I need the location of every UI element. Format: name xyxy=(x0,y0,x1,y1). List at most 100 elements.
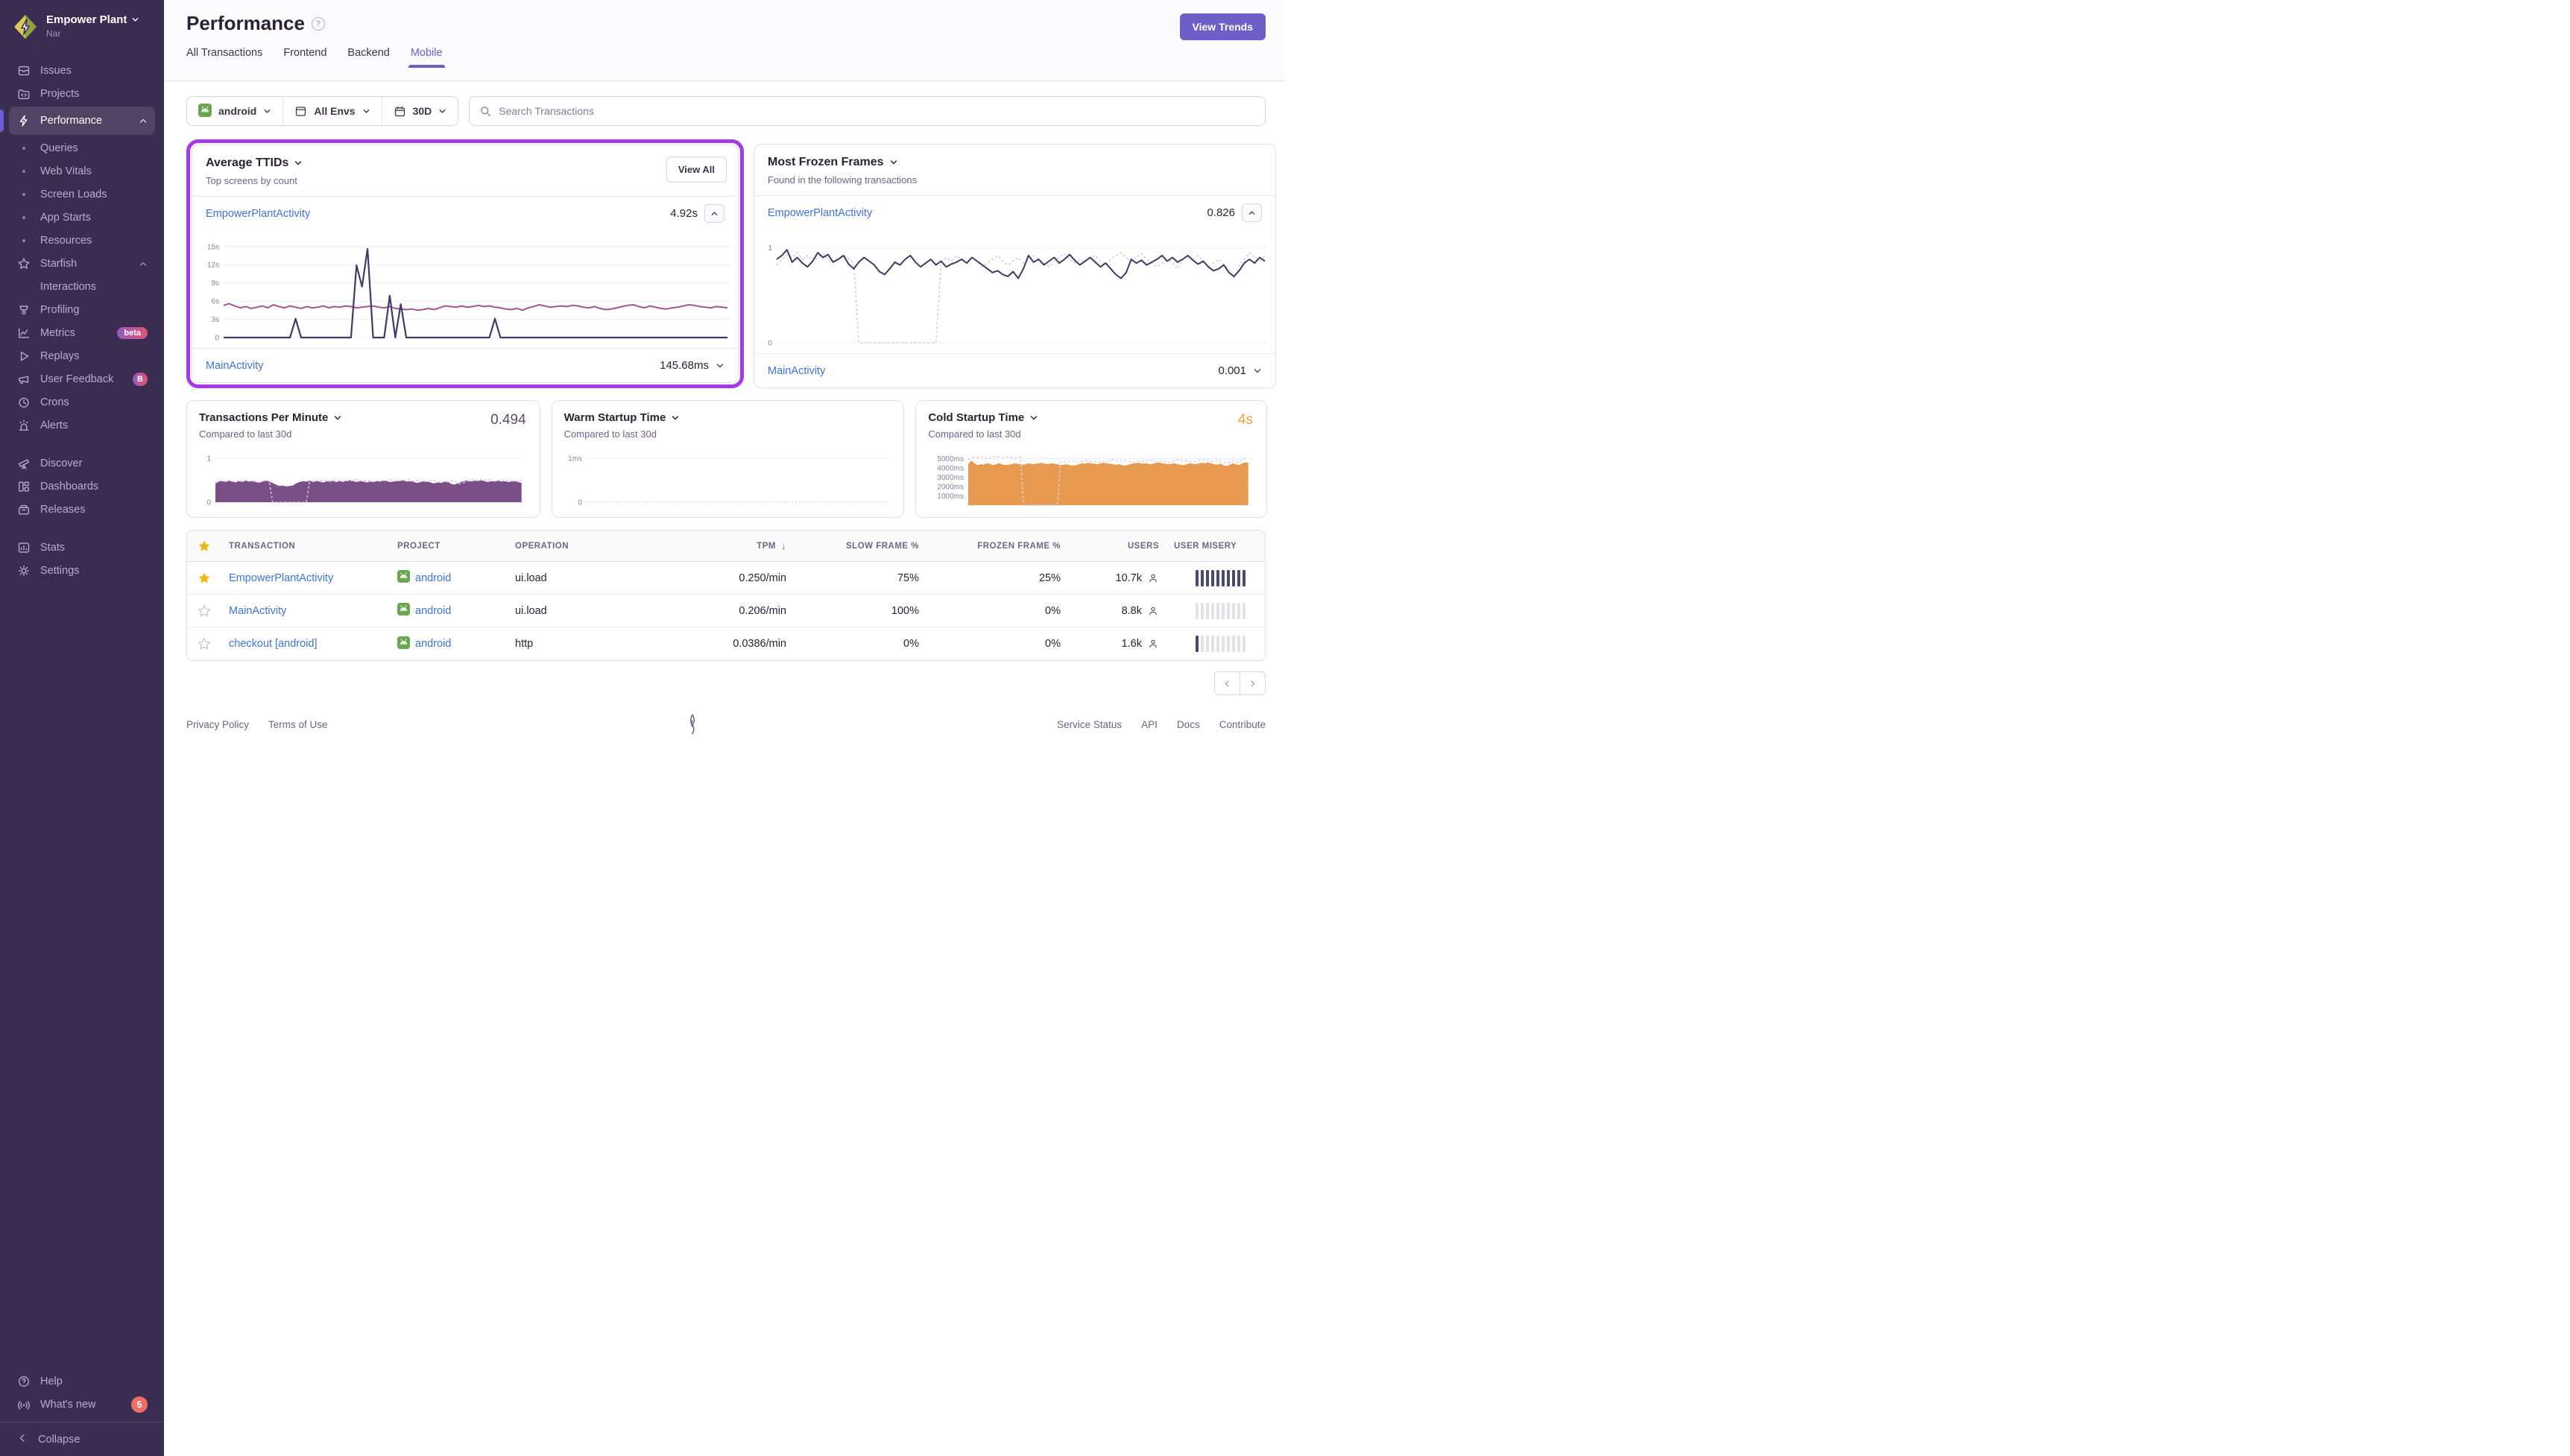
user-misery-cell xyxy=(1166,570,1265,586)
svg-text:0: 0 xyxy=(578,499,582,507)
sidebar-item-metrics[interactable]: Metricsbeta xyxy=(9,321,155,344)
column-header-tpm[interactable]: TPM ↓ xyxy=(640,540,794,551)
expand-series-button[interactable] xyxy=(1253,367,1262,376)
sidebar-item-profiling[interactable]: Profiling xyxy=(9,298,155,321)
sidebar-item-interactions[interactable]: Interactions xyxy=(9,275,155,298)
users-cell: 1.6k xyxy=(1068,638,1166,650)
most-frozen-frames-title[interactable]: Most Frozen Frames xyxy=(768,156,1262,169)
expand-series-button[interactable] xyxy=(716,361,724,370)
sidebar-item-user-feedback[interactable]: User FeedbackB xyxy=(9,367,155,390)
sidebar-item-web-vitals[interactable]: Web Vitals xyxy=(9,159,155,183)
footer-link-terms-of-use[interactable]: Terms of Use xyxy=(268,719,328,730)
sidebar-item-crons[interactable]: Crons xyxy=(9,390,155,414)
transaction-link[interactable]: EmpowerPlantActivity xyxy=(206,208,310,220)
tab-frontend[interactable]: Frontend xyxy=(283,47,326,67)
sidebar-item-discover[interactable]: Discover xyxy=(9,452,155,475)
clock-icon xyxy=(16,396,31,409)
chevron-down-icon xyxy=(1253,367,1262,376)
tab-bar: All Transactions Frontend Backend Mobile xyxy=(186,47,1266,67)
tpm-title[interactable]: Transactions Per Minute xyxy=(199,411,528,424)
user-misery-cell xyxy=(1166,636,1265,652)
footer-link-service-status[interactable]: Service Status xyxy=(1057,719,1122,730)
column-header-operation[interactable]: OPERATION xyxy=(508,542,640,551)
projects-icon xyxy=(16,87,31,101)
tab-mobile[interactable]: Mobile xyxy=(411,47,443,67)
column-header-frozen-frame-[interactable]: FROZEN FRAME % xyxy=(926,542,1068,551)
transactions-table: TRANSACTIONPROJECTOPERATIONTPM ↓SLOW FRA… xyxy=(186,530,1266,661)
starred-icon[interactable] xyxy=(187,572,221,585)
tab-backend[interactable]: Backend xyxy=(347,47,389,67)
chevron-down-icon xyxy=(362,107,370,115)
page-footer: Privacy Policy Terms of Use Service Statu… xyxy=(164,695,1285,756)
sidebar-item-releases[interactable]: Releases xyxy=(9,498,155,521)
profiling-icon xyxy=(16,303,31,317)
sidebar-item-screen-loads[interactable]: Screen Loads xyxy=(9,183,155,206)
sidebar-item-performance[interactable]: Performance xyxy=(9,107,155,135)
previous-page-button[interactable] xyxy=(1214,671,1240,695)
footer-link-contribute[interactable]: Contribute xyxy=(1219,719,1266,730)
sidebar-item-help[interactable]: Help xyxy=(9,1370,155,1393)
transaction-link[interactable]: checkout [android] xyxy=(229,638,318,650)
sidebar-item-alerts[interactable]: Alerts xyxy=(9,414,155,437)
transaction-link[interactable]: EmpowerPlantActivity xyxy=(768,207,872,219)
sidebar-item-dashboards[interactable]: Dashboards xyxy=(9,475,155,498)
column-header-users[interactable]: USERS xyxy=(1068,542,1166,551)
collapse-series-button[interactable] xyxy=(704,204,724,223)
sidebar-item-replays[interactable]: Replays xyxy=(9,344,155,367)
next-page-button[interactable] xyxy=(1240,671,1266,695)
users-cell: 8.8k xyxy=(1068,605,1166,617)
project-link[interactable]: android xyxy=(415,572,451,584)
footer-link-privacy-policy[interactable]: Privacy Policy xyxy=(186,719,249,730)
sidebar-item-issues[interactable]: Issues xyxy=(9,59,155,82)
column-header-project[interactable]: PROJECT xyxy=(390,542,508,551)
sidebar-item-stats[interactable]: Stats xyxy=(9,536,155,559)
chevron-up-icon xyxy=(710,209,719,218)
star-column-header[interactable] xyxy=(187,539,221,553)
sidebar-item-projects[interactable]: Projects xyxy=(9,82,155,105)
chevron-down-icon xyxy=(1029,414,1038,422)
stats-icon xyxy=(16,541,31,554)
sidebar-item-resources[interactable]: Resources xyxy=(9,229,155,252)
search-input[interactable] xyxy=(499,105,1255,117)
sidebar-item-queries[interactable]: Queries xyxy=(9,136,155,159)
tab-all-transactions[interactable]: All Transactions xyxy=(186,47,262,67)
view-trends-button[interactable]: View Trends xyxy=(1180,13,1266,40)
warm-startup-title[interactable]: Warm Startup Time xyxy=(564,411,892,424)
help-icon[interactable]: ? xyxy=(312,17,325,31)
transaction-link[interactable]: MainActivity xyxy=(229,605,286,617)
collapse-series-button[interactable] xyxy=(1242,203,1262,222)
column-header-user-misery[interactable]: USER MISERY xyxy=(1166,542,1265,551)
sidebar-item-settings[interactable]: Settings xyxy=(9,559,155,582)
footer-link-api[interactable]: API xyxy=(1141,719,1158,730)
svg-text:0: 0 xyxy=(768,340,772,348)
footer-link-docs[interactable]: Docs xyxy=(1177,719,1200,730)
sidebar-collapse[interactable]: Collapse xyxy=(0,1422,164,1456)
telescope-icon xyxy=(16,457,31,470)
average-ttids-title[interactable]: Average TTIDs xyxy=(206,156,724,170)
gear-icon xyxy=(16,564,31,577)
chevron-down-icon xyxy=(333,414,342,422)
org-switcher[interactable]: Empower Plant Nar xyxy=(9,9,155,59)
filter-bar: android All Envs 30D xyxy=(186,96,1266,126)
date-range-filter[interactable]: 30D xyxy=(382,97,458,125)
sidebar-item-starfish[interactable]: Starfish xyxy=(9,252,155,275)
unstarred-icon[interactable] xyxy=(187,637,221,651)
transaction-link[interactable]: MainActivity xyxy=(206,360,263,372)
unstarred-icon[interactable] xyxy=(187,604,221,618)
column-header-transaction[interactable]: TRANSACTION xyxy=(221,542,390,551)
column-header-slow-frame-[interactable]: SLOW FRAME % xyxy=(794,542,926,551)
project-link[interactable]: android xyxy=(415,605,451,617)
broadcast-icon xyxy=(16,1398,31,1411)
sidebar-item-app-starts[interactable]: App Starts xyxy=(9,206,155,229)
operation-cell: ui.load xyxy=(508,605,640,617)
transaction-link[interactable]: MainActivity xyxy=(768,365,825,377)
project-link[interactable]: android xyxy=(415,638,451,650)
project-filter[interactable]: android xyxy=(187,97,282,125)
sidebar-item-what-s-new[interactable]: What's new5 xyxy=(9,1393,155,1416)
org-name: Empower Plant xyxy=(46,13,127,26)
sentry-logo-icon xyxy=(328,713,1058,735)
transaction-link[interactable]: EmpowerPlantActivity xyxy=(229,572,333,584)
environment-filter[interactable]: All Envs xyxy=(282,97,381,125)
view-all-button[interactable]: View All xyxy=(666,156,727,183)
cold-startup-title[interactable]: Cold Startup Time xyxy=(928,411,1254,424)
